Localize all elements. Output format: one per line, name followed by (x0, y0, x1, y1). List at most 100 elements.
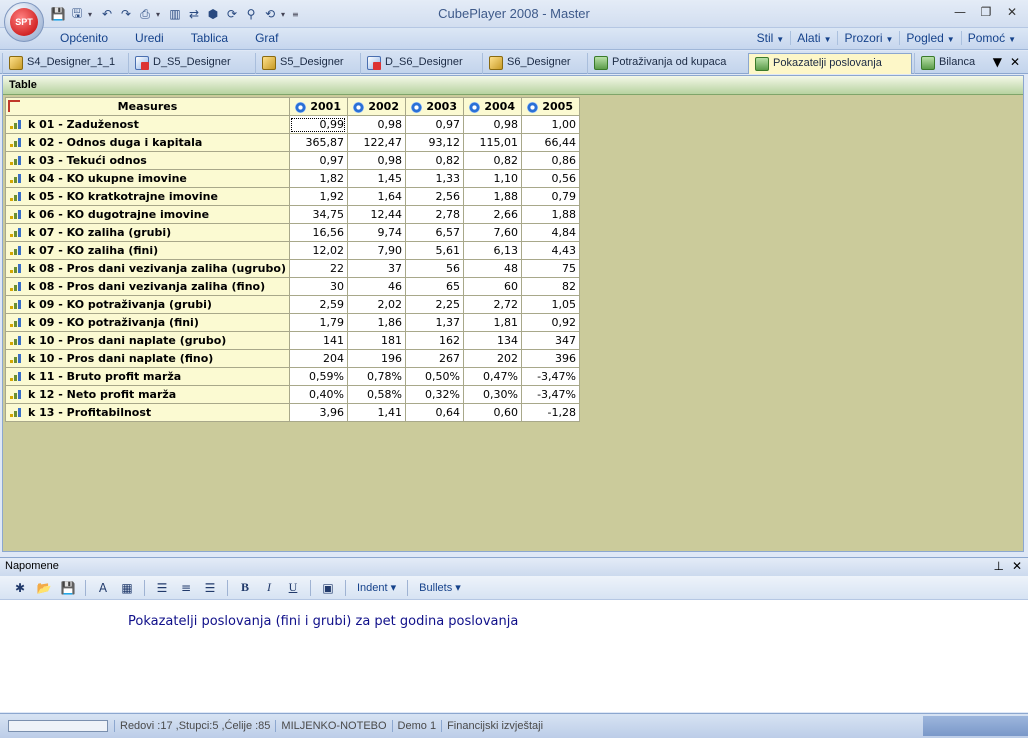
table-cell[interactable]: 1,88 (462, 187, 522, 206)
table-cell[interactable]: 1,64 (346, 187, 406, 206)
table-cell[interactable]: 0,86 (520, 151, 580, 170)
table-cell[interactable]: 1,82 (288, 169, 348, 188)
table-cell[interactable]: 93,12 (404, 133, 464, 152)
row-header[interactable]: k 09 - KO potraživanja (fini) (5, 313, 290, 332)
insert-image-icon[interactable]: ▣ (318, 579, 338, 597)
table-cell[interactable]: 7,90 (346, 241, 406, 260)
table-cell[interactable]: 0,82 (404, 151, 464, 170)
row-header[interactable]: k 03 - Tekući odnos (5, 151, 290, 170)
table-cell[interactable]: -3,47% (520, 385, 580, 404)
table-cell[interactable]: 0,30% (462, 385, 522, 404)
table-cell[interactable]: 56 (404, 259, 464, 278)
table-cell[interactable]: 60 (462, 277, 522, 296)
table-cell[interactable]: 12,44 (346, 205, 406, 224)
row-header[interactable]: k 02 - Odnos duga i kapitala (5, 133, 290, 152)
table-cell[interactable]: 0,98 (346, 151, 406, 170)
table-cell[interactable]: 1,00 (520, 115, 580, 134)
bullets-dropdown[interactable]: Bullets ▾ (415, 581, 465, 594)
table-cell[interactable]: 0,98 (346, 115, 406, 134)
menu-stil[interactable]: Stil ▼ (751, 31, 791, 45)
align-center-icon[interactable]: ≡ (176, 579, 196, 597)
close-tab-icon[interactable]: ✕ (1010, 55, 1020, 69)
row-header[interactable]: k 07 - KO zaliha (fini) (5, 241, 290, 260)
table-cell[interactable]: 1,41 (346, 403, 406, 422)
row-header[interactable]: k 04 - KO ukupne imovine (5, 169, 290, 188)
table-cell[interactable]: -3,47% (520, 367, 580, 386)
note-content[interactable]: Pokazatelji poslovanja (fini i grubi) za… (128, 614, 518, 629)
row-header[interactable]: k 07 - KO zaliha (grubi) (5, 223, 290, 242)
tab-s4-designer-1-1[interactable]: S4_Designer_1_1 (2, 53, 121, 74)
tab-potra-ivanja-od-kupaca[interactable]: Potraživanja od kupaca (587, 53, 732, 74)
table-icon[interactable]: ▦ (117, 579, 137, 597)
menu-pogled[interactable]: Pogled ▼ (899, 31, 960, 45)
close-notes-icon[interactable]: ✕ (1012, 559, 1022, 573)
row-header[interactable]: k 08 - Pros dani vezivanja zaliha (ugrub… (5, 259, 290, 278)
table-cell[interactable]: 204 (288, 349, 348, 368)
table-cell[interactable]: 0,32% (404, 385, 464, 404)
table-cell[interactable]: 181 (346, 331, 406, 350)
row-header[interactable]: k 12 - Neto profit marža (5, 385, 290, 404)
bold-icon[interactable]: B (235, 579, 255, 597)
font-icon[interactable]: A (93, 579, 113, 597)
table-cell[interactable]: 1,05 (520, 295, 580, 314)
table-cell[interactable]: 115,01 (462, 133, 522, 152)
table-cell[interactable]: 0,82 (462, 151, 522, 170)
table-cell[interactable]: 2,72 (462, 295, 522, 314)
menu-pomoc[interactable]: Pomoć ▼ (960, 31, 1022, 45)
table-cell[interactable]: 22 (288, 259, 348, 278)
table-cell[interactable]: 5,61 (404, 241, 464, 260)
table-cell[interactable]: 1,88 (520, 205, 580, 224)
menu-graf[interactable]: Graf (255, 31, 278, 45)
menu-alati[interactable]: Alati ▼ (790, 31, 837, 45)
row-header[interactable]: k 05 - KO kratkotrajne imovine (5, 187, 290, 206)
menu-opcenito[interactable]: Općenito (60, 31, 108, 45)
close-icon[interactable]: ✕ (1000, 3, 1024, 21)
tab-bilanca[interactable]: Bilanca (914, 53, 981, 74)
table-cell[interactable]: 1,10 (462, 169, 522, 188)
measures-header[interactable]: Measures (5, 97, 290, 116)
table-cell[interactable]: 0,64 (404, 403, 464, 422)
table-cell[interactable]: 1,33 (404, 169, 464, 188)
table-cell[interactable]: 122,47 (346, 133, 406, 152)
table-cell[interactable]: 6,13 (462, 241, 522, 260)
table-cell[interactable]: 2,78 (404, 205, 464, 224)
table-cell[interactable]: 30 (288, 277, 348, 296)
table-cell[interactable]: 0,78% (346, 367, 406, 386)
year-header-2003[interactable]: 2003 (404, 97, 464, 116)
italic-icon[interactable]: I (259, 579, 279, 597)
align-left-icon[interactable]: ☰ (152, 579, 172, 597)
table-cell[interactable]: 0,99 (288, 115, 348, 134)
table-cell[interactable]: 6,57 (404, 223, 464, 242)
table-cell[interactable]: 0,92 (520, 313, 580, 332)
table-cell[interactable]: 1,92 (288, 187, 348, 206)
pin-icon[interactable]: ⊥ (993, 559, 1003, 573)
table-cell[interactable]: 347 (520, 331, 580, 350)
data-grid[interactable]: Measures 2001 2002 2003 2004 2005 k 01 - Zaduž… (5, 97, 580, 422)
tab-s5-designer[interactable]: S5_Designer (255, 53, 350, 74)
table-cell[interactable]: 1,45 (346, 169, 406, 188)
table-cell[interactable]: 2,25 (404, 295, 464, 314)
open-folder-icon[interactable]: 📂 (34, 579, 54, 597)
row-header[interactable]: k 13 - Profitabilnost (5, 403, 290, 422)
row-header[interactable]: k 08 - Pros dani vezivanja zaliha (fino) (5, 277, 290, 296)
table-cell[interactable]: -1,28 (520, 403, 580, 422)
row-header[interactable]: k 11 - Bruto profit marža (5, 367, 290, 386)
tab-d-s5-designer[interactable]: D_S5_Designer (128, 53, 237, 74)
table-cell[interactable]: 3,96 (288, 403, 348, 422)
table-cell[interactable]: 196 (346, 349, 406, 368)
table-cell[interactable]: 365,87 (288, 133, 348, 152)
menu-uredi[interactable]: Uredi (135, 31, 164, 45)
table-cell[interactable]: 65 (404, 277, 464, 296)
table-cell[interactable]: 9,74 (346, 223, 406, 242)
table-cell[interactable]: 0,97 (288, 151, 348, 170)
table-cell[interactable]: 0,50% (404, 367, 464, 386)
indent-dropdown[interactable]: Indent ▾ (353, 581, 400, 594)
table-cell[interactable]: 162 (404, 331, 464, 350)
table-cell[interactable]: 1,79 (288, 313, 348, 332)
minimize-icon[interactable]: — (948, 3, 972, 21)
table-cell[interactable]: 0,40% (288, 385, 348, 404)
table-cell[interactable]: 4,84 (520, 223, 580, 242)
align-right-icon[interactable]: ☰ (200, 579, 220, 597)
table-cell[interactable]: 396 (520, 349, 580, 368)
tab-list-dropdown-icon[interactable]: ▼ (993, 55, 1002, 69)
